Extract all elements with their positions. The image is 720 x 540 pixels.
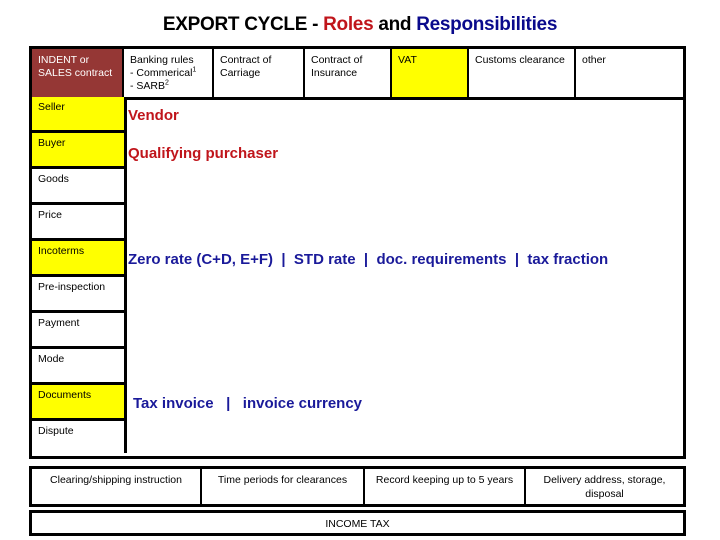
bottom-cell-time-periods: Time periods for clearances [202, 469, 365, 504]
bottom-responsibilities-row: Clearing/shipping instruction Time perio… [29, 466, 686, 507]
banking-commercial-text: - Commerical [130, 67, 193, 79]
header-cell-text: Customs clearance [475, 54, 565, 66]
header-cell-banking-rules: Banking rules - Commerical1 - SARB2 [124, 49, 214, 97]
row-label-incoterms: Incoterms [32, 241, 124, 277]
row-label-pre-inspection: Pre-inspection [32, 277, 124, 313]
header-cell-text: Banking rules [130, 54, 194, 66]
header-cell-contract-of-carriage: Contract of Carriage [214, 49, 305, 97]
header-cell-text: Carriage [220, 67, 261, 79]
income-tax-bar: INCOME TAX [29, 510, 686, 536]
bottom-cell-record-keeping: Record keeping up to 5 years [365, 469, 526, 504]
incoterms-vat-notes: Zero rate (C+D, E+F) | STD rate | doc. r… [128, 251, 609, 268]
seller-role-vendor: Vendor [128, 107, 179, 124]
row-label-goods: Goods [32, 169, 124, 205]
row-label-price: Price [32, 205, 124, 241]
header-cell-text: - Commerical1 [130, 67, 206, 80]
row-label-seller: Seller [32, 97, 124, 133]
footnote-marker: 1 [192, 66, 197, 74]
banking-sarb-text: - SARB [130, 80, 166, 92]
header-cell-indent-sales-contract: INDENT or SALES contract [32, 49, 124, 97]
header-cell-text: Insurance [311, 67, 358, 79]
title-responsibilities: Responsibilities [416, 14, 558, 35]
header-cell-text: SALES contract [38, 67, 113, 79]
row-label-buyer: Buyer [32, 133, 124, 169]
header-cell-text: Contract of [220, 54, 272, 66]
row-label-documents: Documents [32, 385, 124, 421]
documents-vat-notes: Tax invoice | invoice currency [133, 395, 363, 412]
page-title: EXPORT CYCLE - Roles and Responsibilitie… [0, 14, 720, 36]
header-cell-contract-of-insurance: Contract of Insurance [305, 49, 392, 97]
header-cell-text: Contract of [311, 54, 363, 66]
header-cell-customs-clearance: Customs clearance [469, 49, 576, 97]
bottom-cell-clearing-shipping: Clearing/shipping instruction [32, 469, 202, 504]
main-grid: Seller Buyer Goods Price Incoterms Pre-i… [29, 97, 686, 459]
header-cell-text: INDENT or [38, 54, 90, 66]
header-row: INDENT or SALES contract Banking rules -… [29, 46, 686, 100]
header-cell-text: - SARB2 [130, 80, 206, 93]
buyer-role-qualifying-purchaser: Qualifying purchaser [128, 145, 279, 162]
header-cell-vat: VAT [392, 49, 469, 97]
row-label-dispute: Dispute [38, 425, 74, 437]
title-roles: Roles [323, 14, 374, 35]
header-cell-other: other [576, 49, 683, 97]
footnote-marker: 2 [165, 79, 169, 87]
header-cell-text: other [582, 54, 606, 66]
row-label-payment: Payment [32, 313, 124, 349]
row-labels-column: Seller Buyer Goods Price Incoterms Pre-i… [32, 97, 127, 453]
bottom-cell-delivery-address: Delivery address, storage, disposal [543, 474, 666, 500]
title-and: and [373, 14, 417, 35]
row-label-mode: Mode [32, 349, 124, 385]
header-cell-text: VAT [398, 54, 417, 66]
income-tax-label: INCOME TAX [325, 518, 390, 530]
title-prefix: EXPORT CYCLE - [162, 14, 324, 35]
